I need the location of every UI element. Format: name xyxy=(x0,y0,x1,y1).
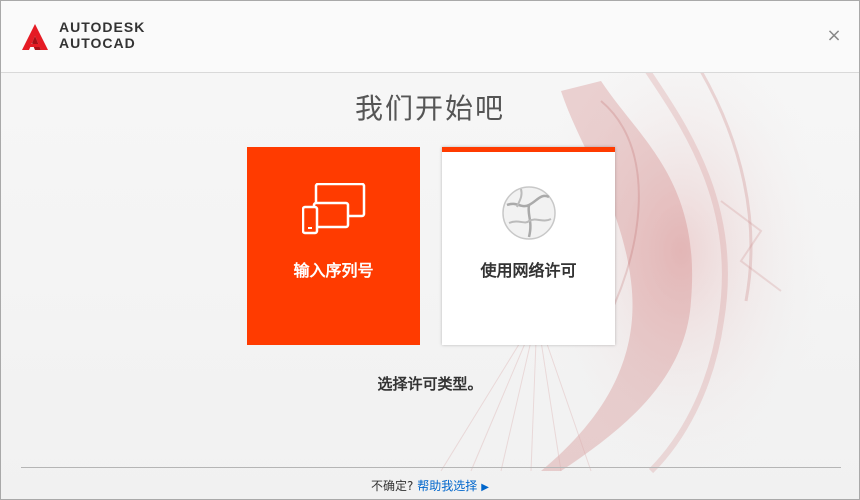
license-dialog: AUTODESK AUTOCAD × 我们开始吧 输入序列号 使用网络许可 选择… xyxy=(0,0,860,500)
unsure-question: 不确定? xyxy=(371,479,414,493)
dialog-footer: 不确定? 帮助我选择 ▶ xyxy=(1,477,859,494)
footer-divider xyxy=(21,467,841,468)
autodesk-logo-icon xyxy=(22,24,48,50)
background-artwork xyxy=(440,21,831,481)
serial-number-card[interactable]: 输入序列号 xyxy=(247,147,420,345)
brand-autodesk: AUTODESK xyxy=(59,19,146,35)
brand-autocad: AUTOCAD xyxy=(59,35,136,51)
network-license-label: 使用网络许可 xyxy=(480,261,577,280)
network-license-card[interactable]: 使用网络许可 xyxy=(442,147,615,345)
dialog-header: AUTODESK AUTOCAD × xyxy=(1,1,859,73)
serial-number-label: 输入序列号 xyxy=(293,261,374,280)
devices-icon xyxy=(301,183,365,235)
close-button[interactable]: × xyxy=(825,27,843,45)
license-type-hint: 选择许可类型。 xyxy=(377,375,483,393)
play-arrow-icon[interactable]: ▶ xyxy=(481,482,489,493)
page-title: 我们开始吧 xyxy=(354,92,505,125)
help-me-choose-link[interactable]: 帮助我选择 xyxy=(417,479,477,493)
network-globe-icon xyxy=(501,186,556,240)
product-brand: AUTODESK AUTOCAD xyxy=(59,19,145,51)
